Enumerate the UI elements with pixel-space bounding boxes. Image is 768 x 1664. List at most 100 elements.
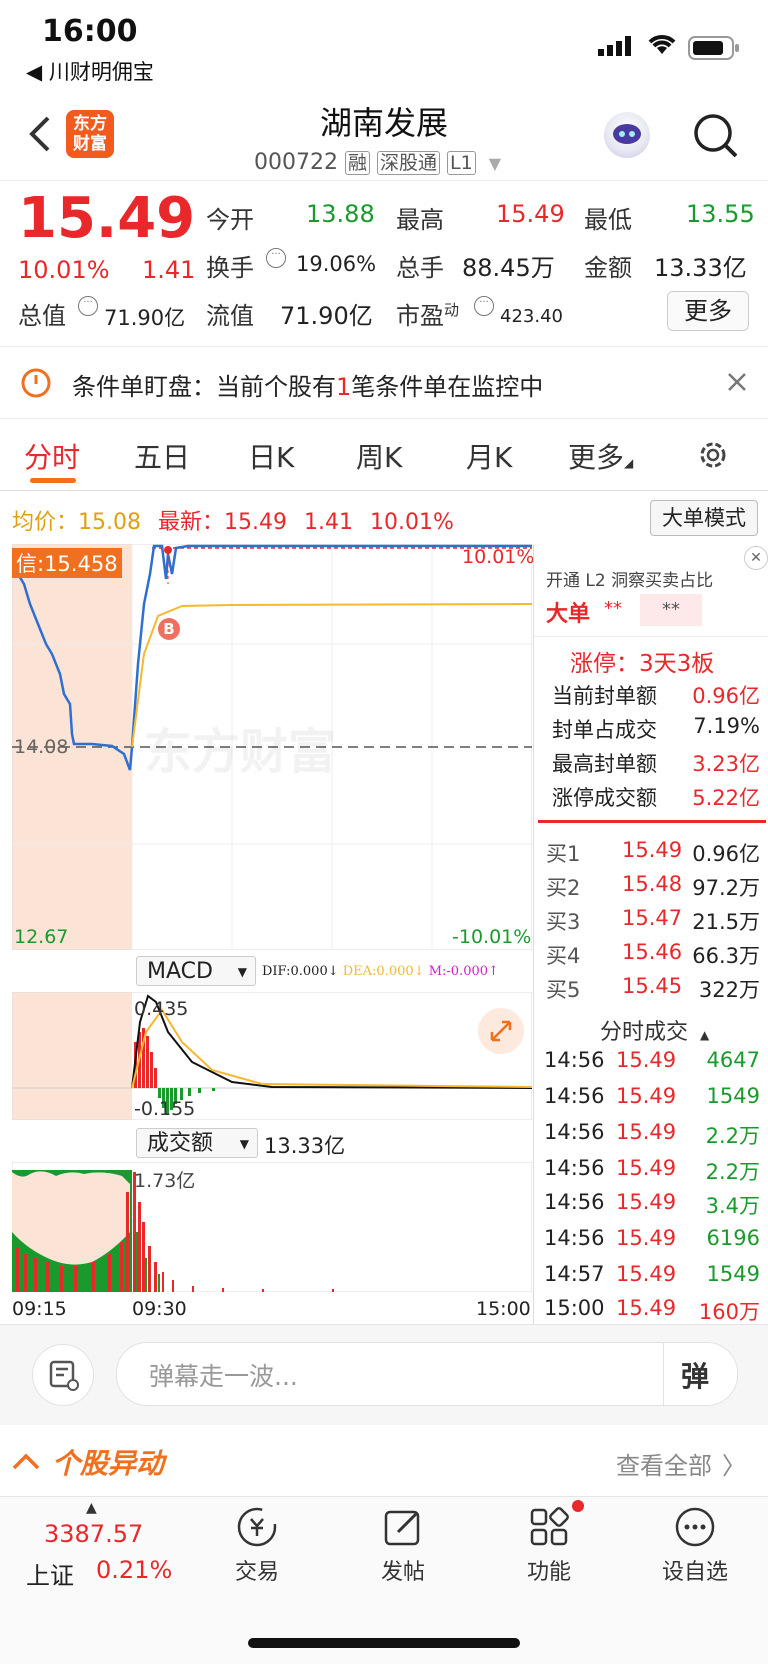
danmaku-toggle-button[interactable]: 弹 [681,1355,709,1395]
seal-ratio-row: 封单占成交 7.19% [552,714,760,742]
turnover-label: 换手 [206,254,254,282]
back-to-app-link[interactable]: ◀ 川财明佣宝 [26,56,154,86]
volume-chart[interactable] [12,1162,532,1292]
status-time: 16:00 [42,14,138,49]
notification-dot [572,1500,584,1512]
limit-turnover-row: 涨停成交额 5.22亿 [552,786,760,810]
index-up-arrow-icon: ▲ [86,1500,97,1516]
l2-promo-link[interactable]: 开通 L2 洞察买卖占比 [546,566,713,591]
macd-bottom-label: -0.155 [134,1098,196,1120]
limit-up-streak: 涨停：3天3板 [570,651,715,677]
margin-tag: 融 [344,151,370,175]
open-value: 13.88 [306,200,375,228]
info-dots-icon[interactable]: ··· [266,248,286,268]
nav-trade[interactable]: 交易 [197,1554,317,1586]
danmaku-placeholder: 弹幕走一波... [149,1362,298,1391]
trade-row: 14:56 15.49 2.2万 [544,1156,760,1184]
lower-limit-pct: -10.01% [452,926,532,948]
tab-five-day[interactable]: 五日 [134,436,190,476]
lower-limit-price: 12.67 [14,926,69,948]
collapse-chevron-icon[interactable] [12,1450,40,1474]
post-icon[interactable] [380,1504,426,1554]
volume-max-label: 1.73亿 [134,1170,196,1192]
signal-price-label: 信:15.458 [12,548,122,578]
x-axis-close: 15:00 [476,1298,531,1320]
tab-intraday[interactable]: 分时 [24,436,80,476]
nav-watchlist[interactable]: 设自选 [635,1554,755,1586]
functions-icon[interactable] [526,1504,572,1554]
market-cap-label: 总值 [18,302,66,330]
trade-row: 15:00 15.49 160万 [544,1296,760,1324]
time-sales-toggle[interactable]: 分时成交 ▲ [600,1014,709,1046]
trade-row: 14:56 15.49 6196 [544,1226,760,1250]
tab-daily-k[interactable]: 日K [248,436,294,476]
tab-monthly-k[interactable]: 月K [466,436,512,476]
price-change: 1.41 [142,256,196,284]
amount-value: 13.33亿 [654,254,747,282]
promo-close-icon[interactable]: ✕ [744,546,768,570]
macd-selector[interactable]: MACD ▼ [136,956,256,986]
stock-code: 000722 [254,150,338,175]
more-quote-button[interactable]: 更多 [667,291,749,331]
volume-total: 13.33亿 [264,1134,346,1158]
expand-icon[interactable] [478,1008,524,1054]
bid-row-5: 买5 15.45 322万 [546,974,760,1002]
low-value: 13.55 [686,200,755,228]
watchlist-icon[interactable] [672,1504,718,1554]
level-tag: L1 [447,151,476,175]
big-order-value-b: ** [640,594,702,626]
alert-text: 条件单盯盘：当前个股有1笔条件单在监控中 [72,373,544,401]
last-price: 15.49 [18,186,196,251]
connect-tag: 深股通 [377,151,441,175]
tab-more[interactable]: 更多◢ [568,436,633,476]
tab-active-underline [30,478,76,483]
pe-sup: 动 [444,301,460,319]
battery-icon [688,36,740,64]
search-icon[interactable] [692,112,740,164]
volume-selector[interactable]: 成交额 ▼ [136,1128,258,1158]
trade-icon[interactable] [234,1504,280,1554]
large-order-mode-button[interactable]: 大单模式 [650,500,758,536]
index-pct[interactable]: 0.21% [96,1556,172,1584]
stock-name: 湖南发展 [319,104,448,142]
macd-values: DIF:0.000↓ DEA:0.000↓ M:-0.000↑ [262,964,499,979]
macd-chart[interactable] [12,992,532,1120]
amount-label: 金额 [584,254,632,282]
info-dots-icon[interactable]: ··· [78,296,98,316]
tab-weekly-k[interactable]: 周K [356,436,402,476]
bid-row-1: 买1 15.49 0.96亿 [546,838,760,866]
nav-post[interactable]: 发帖 [343,1554,463,1586]
view-all-link[interactable]: 查看全部〉 [616,1446,746,1481]
danmaku-input[interactable]: 弹幕走一波... 弹 [116,1342,738,1406]
alarm-icon [20,367,52,403]
trade-row: 14:57 15.49 1549 [544,1262,760,1286]
big-order-label: 大单 [546,602,591,627]
turnover-value: 19.06% [296,252,377,276]
chart-info-line: 均价：15.08 最新：15.49 1.41 10.01% [12,510,454,535]
volume-value: 88.45万 [462,254,555,282]
signal-icon [598,36,638,56]
close-icon[interactable] [726,371,748,397]
index-name[interactable]: 上证 [26,1556,74,1591]
info-dots-icon[interactable]: ··· [474,296,494,316]
macd-top-label: 0.435 [134,998,189,1020]
dropdown-icon[interactable]: ▼ [489,154,501,173]
prev-close-label: 14.08 [14,736,69,758]
index-value[interactable]: 3387.57 [44,1520,143,1548]
bid-row-3: 买3 15.47 21.5万 [546,906,760,934]
float-cap-value: 71.90亿 [280,302,373,330]
buy-marker[interactable]: B [158,618,180,640]
low-label: 最低 [584,206,632,234]
price-change-pct: 10.01% [18,256,110,284]
trade-row: 14:56 15.49 2.2万 [544,1120,760,1148]
settings-gear-icon[interactable] [696,438,730,476]
nav-functions[interactable]: 功能 [489,1554,609,1586]
wifi-icon [646,32,678,60]
high-value: 15.49 [496,200,565,228]
comment-list-icon[interactable] [32,1344,94,1406]
condition-order-alert[interactable]: 条件单盯盘：当前个股有1笔条件单在监控中 [0,346,768,419]
x-axis-start: 09:15 [12,1298,67,1320]
volume-label: 总手 [396,254,444,282]
stock-code-row: 000722 融 深股通 L1 ▼ [254,148,501,175]
robot-avatar-icon[interactable] [604,112,650,158]
